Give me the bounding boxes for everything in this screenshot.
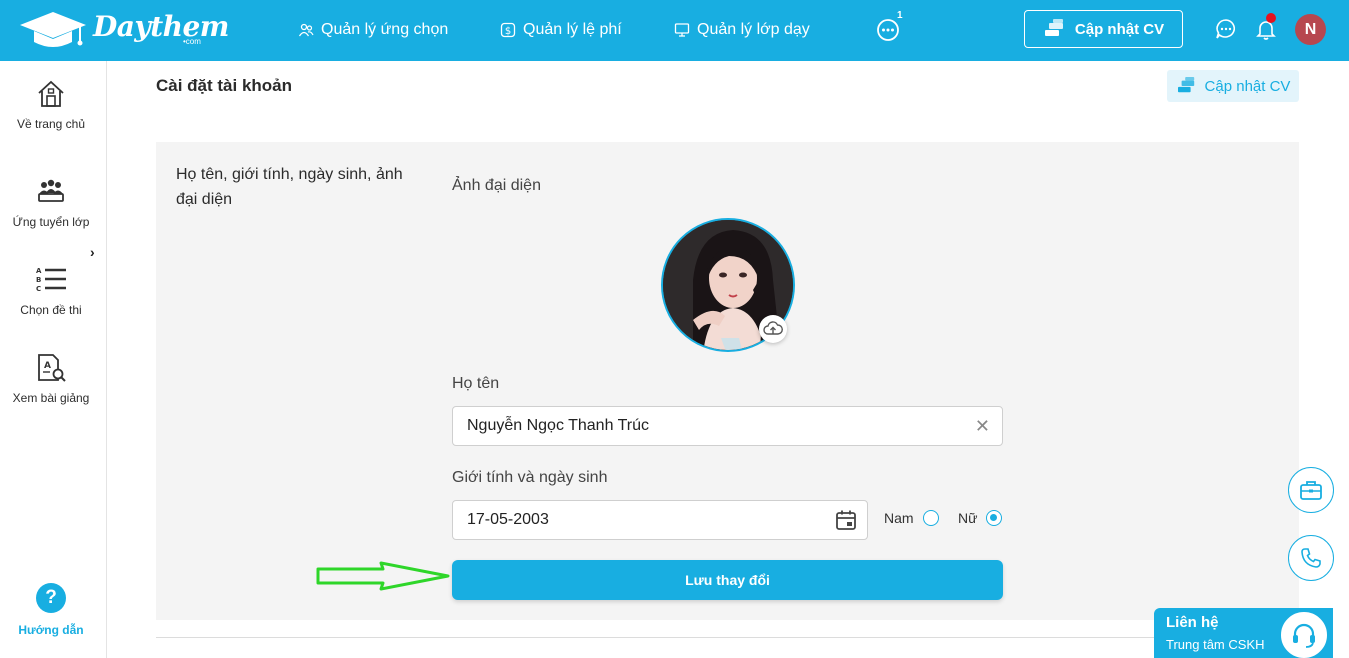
sidebar-item-apply-class[interactable]: Ứng tuyển lớp <box>0 177 102 229</box>
more-options-icon[interactable] <box>876 18 900 42</box>
gender-dob-label: Giới tính và ngày sinh <box>452 469 608 486</box>
briefcase-icon <box>1300 481 1322 500</box>
date-of-birth-value: 17-05-2003 <box>467 511 549 528</box>
sidebar-item-label: Về trang chủ <box>16 117 86 131</box>
user-avatar[interactable]: N <box>1295 14 1326 45</box>
sidebar: Về trang chủ Ứng tuyển lớp › A B C Chọn … <box>0 61 107 658</box>
male-radio[interactable] <box>922 510 939 526</box>
nav-label: Quản lý lớp dạy <box>697 21 810 38</box>
users-icon <box>298 23 314 37</box>
headset-icon <box>1279 610 1329 658</box>
help-icon: ? <box>36 583 66 613</box>
contact-title: Liên hệ <box>1166 614 1219 631</box>
section-description: Họ tên, giới tính, ngày sinh, ảnh đại di… <box>176 166 403 208</box>
logo-text: Daythem <box>93 10 229 43</box>
nav-applicant-management[interactable]: Quản lý ứng chọn <box>298 19 448 41</box>
clear-icon[interactable]: ✕ <box>975 416 990 437</box>
class-icon <box>674 23 690 37</box>
contact-support-widget[interactable]: Liên hệ Trung tâm CSKH <box>1154 608 1333 658</box>
svg-text:$: $ <box>505 26 511 37</box>
call-floating-button[interactable] <box>1288 535 1334 581</box>
full-name-input[interactable]: Nguyễn Ngọc Thanh Trúc ✕ <box>452 406 1003 446</box>
sidebar-item-label: Chọn đề thi <box>20 303 82 317</box>
gender-option-label: Nam <box>884 510 914 526</box>
update-cv-button[interactable]: Cập nhật CV <box>1024 10 1183 48</box>
page-title: Cài đặt tài khoản <box>156 76 293 95</box>
nav-label: Quản lý ứng chọn <box>321 21 449 38</box>
cv-stack-icon <box>1177 77 1194 93</box>
account-settings-panel <box>156 142 1299 620</box>
section-divider <box>156 637 1299 638</box>
chat-icon[interactable] <box>1214 17 1238 41</box>
date-of-birth-input[interactable]: 17-05-2003 <box>452 500 868 540</box>
logo-domain: •com <box>183 37 201 46</box>
graduation-cap-icon <box>20 12 86 47</box>
sidebar-item-label: Xem bài giảng <box>12 391 90 405</box>
avatar-label: Ảnh đại diện <box>452 177 541 194</box>
female-radio[interactable] <box>986 510 1003 526</box>
abc-list-icon: A B C <box>36 267 66 293</box>
nav-label: Quản lý lệ phí <box>523 21 622 38</box>
sidebar-item-home[interactable]: Về trang chủ <box>0 79 102 131</box>
update-cv-label: Cập nhật CV <box>1074 20 1165 38</box>
job-floating-button[interactable] <box>1288 467 1334 513</box>
svg-text:C: C <box>36 285 41 293</box>
nav-fee-management[interactable]: $ Quản lý lệ phí <box>500 19 622 41</box>
nav-class-management[interactable]: Quản lý lớp dạy <box>674 19 810 41</box>
lecture-search-icon: A <box>38 354 66 382</box>
notification-dot <box>1266 13 1276 23</box>
contact-subtitle: Trung tâm CSKH <box>1166 637 1265 652</box>
group-icon <box>38 179 64 202</box>
sidebar-item-label: Hướng dẫn <box>18 623 84 637</box>
update-cv-secondary-button[interactable]: Cập nhật CV <box>1167 70 1299 102</box>
phone-icon <box>1301 548 1321 568</box>
cloud-upload-icon <box>763 321 783 335</box>
sidebar-item-choose-exam[interactable]: A B C Chọn đề thi <box>0 265 102 317</box>
sidebar-item-help[interactable]: ? Hướng dẫn <box>0 583 102 637</box>
fee-icon: $ <box>500 22 516 38</box>
calendar-icon[interactable] <box>835 509 857 531</box>
full-name-value: Nguyễn Ngọc Thanh Trúc <box>467 417 650 434</box>
gender-option-male[interactable]: Nam <box>884 510 939 526</box>
home-icon <box>38 80 64 107</box>
sidebar-item-label: Ứng tuyển lớp <box>12 215 90 229</box>
svg-text:A: A <box>44 361 51 371</box>
notification-count-badge: 1 <box>897 10 903 21</box>
green-arrow-annotation <box>316 561 450 591</box>
daythem-logo[interactable]: Daythem •com <box>18 8 229 54</box>
svg-text:B: B <box>36 276 41 284</box>
full-name-label: Họ tên <box>452 375 500 392</box>
upload-avatar-button[interactable] <box>759 315 787 343</box>
gender-option-female[interactable]: Nữ <box>958 510 1003 526</box>
update-cv-label: Cập nhật CV <box>1204 77 1291 95</box>
chevron-right-icon[interactable]: › <box>90 244 95 260</box>
svg-text:A: A <box>36 267 42 275</box>
top-navigation-bar: Daythem •com Quản lý ứng chọn $ Quản lý … <box>0 0 1349 61</box>
gender-option-label: Nữ <box>958 510 978 526</box>
cv-stack-icon <box>1044 19 1063 36</box>
sidebar-item-view-lectures[interactable]: A Xem bài giảng <box>0 353 102 405</box>
save-changes-button[interactable]: Lưu thay đổi <box>452 560 1003 600</box>
